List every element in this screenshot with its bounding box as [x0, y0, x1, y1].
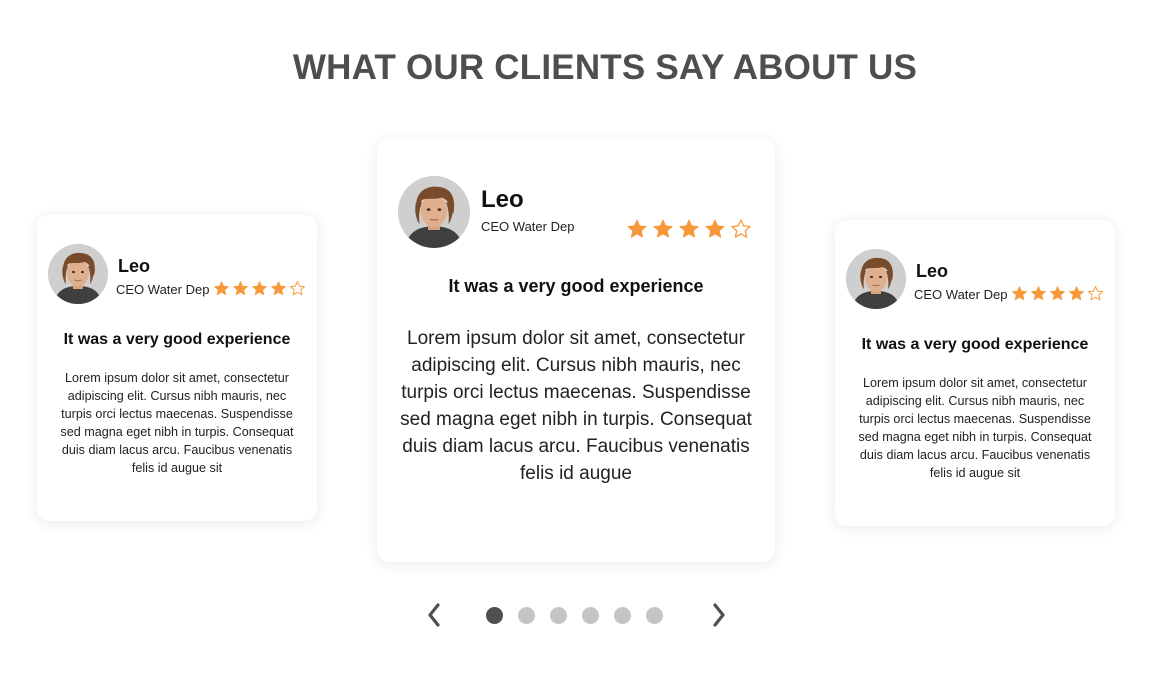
reviewer-role: CEO Water Dep [116, 282, 210, 297]
pager-dot[interactable] [486, 607, 503, 624]
testimonial-card[interactable]: Leo CEO Water Dep It was a very good exp… [37, 215, 317, 521]
testimonial-headline: It was a very good experience [861, 336, 1089, 353]
star-rating [213, 280, 306, 297]
avatar [398, 176, 470, 248]
pager-dot[interactable] [614, 607, 631, 624]
chevron-left-icon [428, 603, 440, 627]
avatar [48, 244, 108, 304]
star-filled-icon [1050, 286, 1065, 301]
prev-button[interactable] [423, 602, 445, 628]
testimonials-section: WHAT OUR CLIENTS SAY ABOUT US Leo CEO Wa… [0, 0, 1152, 700]
star-filled-icon [252, 281, 267, 296]
star-filled-icon [1069, 286, 1084, 301]
reviewer-role: CEO Water Dep [481, 219, 575, 234]
section-title: WHAT OUR CLIENTS SAY ABOUT US [292, 48, 918, 87]
star-filled-icon [233, 281, 248, 296]
testimonial-headline: It was a very good experience [63, 331, 291, 348]
star-rating [626, 218, 752, 240]
reviewer-role: CEO Water Dep [914, 287, 1008, 302]
star-outline-icon [731, 219, 751, 238]
star-outline-icon [289, 281, 306, 296]
pager-dot[interactable] [582, 607, 599, 624]
star-rating [1011, 285, 1104, 302]
reviewer-name: Leo [118, 256, 151, 276]
star-filled-icon [214, 281, 229, 296]
testimonial-text: Lorem ipsum dolor sit amet, consectetur … [858, 376, 1092, 480]
testimonial-headline: It was a very good experience [448, 276, 704, 296]
reviewer-name: Leo [481, 186, 524, 213]
star-filled-icon [705, 219, 725, 238]
star-filled-icon [679, 219, 699, 238]
reviewer-name: Leo [916, 261, 949, 281]
chevron-right-icon [713, 603, 725, 627]
pager-dot[interactable] [550, 607, 567, 624]
star-filled-icon [627, 219, 647, 238]
avatar [846, 249, 906, 309]
testimonial-text: Lorem ipsum dolor sit amet, consectetur … [60, 371, 294, 475]
next-button[interactable] [708, 602, 730, 628]
star-filled-icon [271, 281, 286, 296]
testimonial-card[interactable]: Leo CEO Water Dep It was a very good exp… [835, 220, 1115, 526]
testimonial-text: Lorem ipsum dolor sit amet, consectetur … [400, 328, 752, 484]
pager-dot[interactable] [646, 607, 663, 624]
pager-dot[interactable] [518, 607, 535, 624]
star-outline-icon [1087, 286, 1104, 301]
star-filled-icon [1031, 286, 1046, 301]
star-filled-icon [653, 219, 673, 238]
testimonial-card-active[interactable]: Leo CEO Water Dep It was a very good exp… [377, 139, 775, 562]
carousel-pager [0, 600, 1152, 630]
star-filled-icon [1012, 286, 1027, 301]
